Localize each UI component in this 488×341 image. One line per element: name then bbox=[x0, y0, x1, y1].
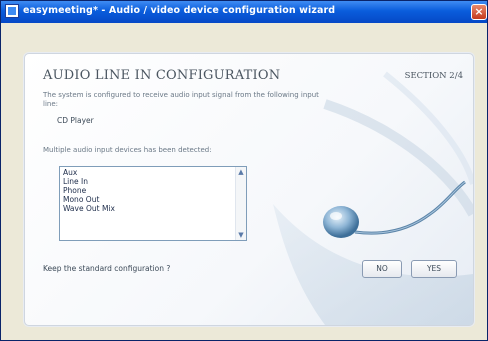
list-item[interactable]: Wave Out Mix bbox=[63, 204, 115, 213]
list-item[interactable]: Aux bbox=[63, 168, 115, 177]
window-title: easymeeting* - Audio / video device conf… bbox=[23, 5, 336, 16]
list-item[interactable]: Line In bbox=[63, 177, 115, 186]
device-list: Aux Line In Phone Mono Out Wave Out Mix bbox=[63, 168, 115, 213]
title-bar[interactable]: easymeeting* - Audio / video device conf… bbox=[1, 1, 487, 23]
description-text: The system is configured to receive audi… bbox=[43, 91, 319, 108]
page-title: AUDIO LINE IN CONFIGURATION bbox=[43, 68, 281, 83]
yes-button[interactable]: YES bbox=[411, 260, 457, 278]
audio-device-listbox[interactable]: Aux Line In Phone Mono Out Wave Out Mix … bbox=[59, 166, 247, 241]
listbox-scrollbar[interactable]: ▲ ▼ bbox=[235, 167, 246, 240]
multiple-devices-text: Multiple audio input devices has been de… bbox=[43, 146, 212, 154]
section-indicator: SECTION 2/4 bbox=[404, 71, 463, 81]
scroll-down-arrow-icon[interactable]: ▼ bbox=[236, 230, 246, 240]
scroll-up-arrow-icon[interactable]: ▲ bbox=[236, 167, 246, 177]
confirmation-question: Keep the standard configuration ? bbox=[43, 264, 171, 273]
list-item[interactable]: Mono Out bbox=[63, 195, 115, 204]
wizard-panel: AUDIO LINE IN CONFIGURATION SECTION 2/4 … bbox=[24, 53, 474, 326]
no-button[interactable]: NO bbox=[362, 260, 402, 278]
input-line-value: CD Player bbox=[57, 116, 94, 125]
list-item[interactable]: Phone bbox=[63, 186, 115, 195]
window-client-area: AUDIO LINE IN CONFIGURATION SECTION 2/4 … bbox=[4, 23, 484, 340]
wizard-window: easymeeting* - Audio / video device conf… bbox=[0, 0, 488, 341]
close-button[interactable]: × bbox=[471, 4, 487, 20]
app-icon bbox=[5, 4, 19, 18]
